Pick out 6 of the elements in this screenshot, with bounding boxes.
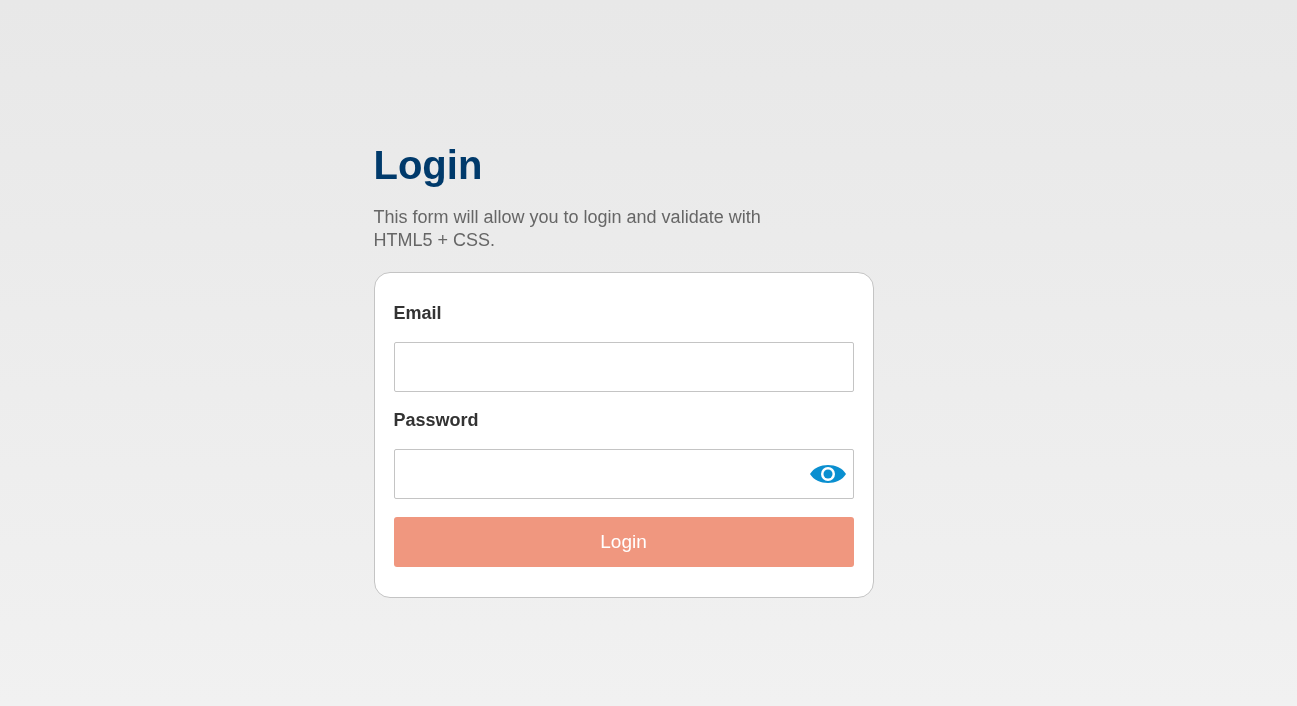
field-label: Password <box>393 409 480 432</box>
form-description: This form will allow you to login and validate with HTML5 + CSS. <box>373 206 762 252</box>
input-field[interactable] <box>393 449 854 499</box>
page-title: Login <box>373 142 484 189</box>
input-field[interactable] <box>393 342 854 392</box>
field-label: Email <box>393 302 443 325</box>
